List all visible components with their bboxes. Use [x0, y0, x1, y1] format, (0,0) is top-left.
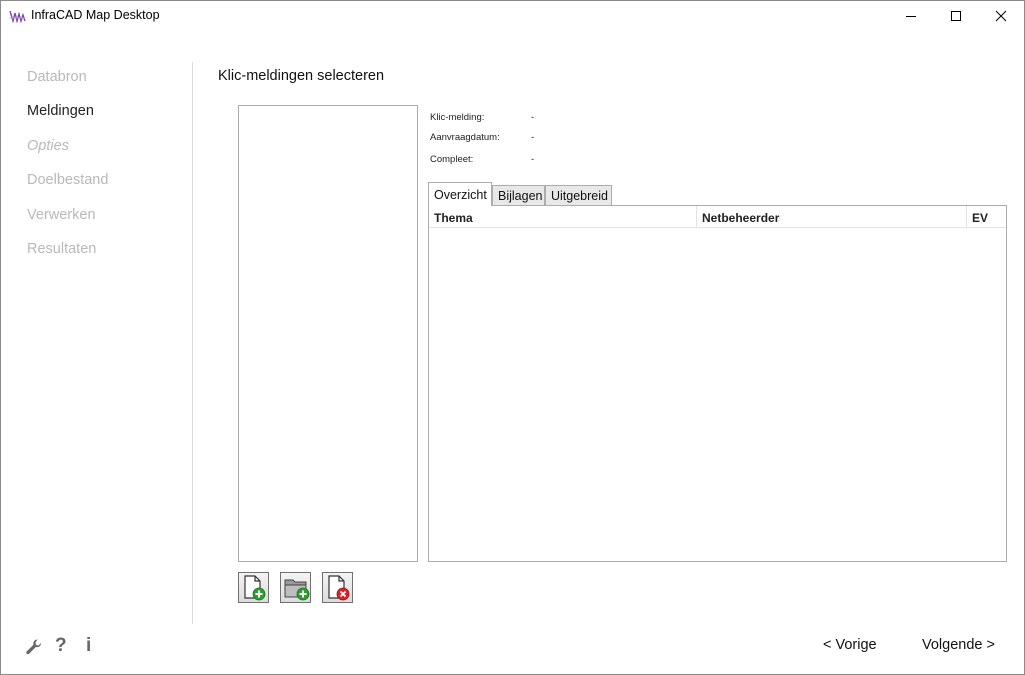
- nav-step-resultaten: Resultaten: [27, 241, 97, 257]
- title-bar[interactable]: InfraCAD Map Desktop: [1, 1, 1024, 31]
- minimize-icon: [906, 16, 916, 17]
- overzicht-grid[interactable]: Thema Netbeheerder EV: [428, 205, 1007, 562]
- previous-button[interactable]: < Vorige: [823, 637, 877, 653]
- nav-step-opties: Opties: [27, 138, 69, 154]
- info-icon: i: [86, 635, 92, 656]
- remove-melding-button[interactable]: [322, 572, 353, 603]
- close-button[interactable]: [978, 1, 1024, 31]
- about-button[interactable]: i: [86, 635, 91, 657]
- help-button[interactable]: ?: [55, 635, 67, 657]
- add-folder-button[interactable]: [280, 572, 311, 603]
- nav-step-verwerken: Verwerken: [27, 207, 96, 223]
- klic-melding-value: -: [531, 112, 535, 123]
- compleet-value: -: [531, 154, 535, 165]
- help-icon: ?: [55, 635, 67, 656]
- nav-step-meldingen: Meldingen: [27, 103, 94, 119]
- nav-step-doelbestand: Doelbestand: [27, 172, 109, 188]
- app-logo-icon: [9, 9, 26, 24]
- app-window: InfraCAD Map Desktop Databron Meldingen …: [0, 0, 1025, 675]
- nav-step-databron: Databron: [27, 69, 87, 85]
- close-icon: [995, 10, 1007, 22]
- window-title: InfraCAD Map Desktop: [31, 8, 160, 22]
- column-header-thema[interactable]: Thema: [429, 206, 697, 227]
- page-title: Klic-meldingen selecteren: [218, 68, 385, 84]
- column-header-ev[interactable]: EV: [967, 206, 1006, 227]
- add-file-icon: [244, 575, 266, 601]
- aanvraagdatum-value: -: [531, 132, 535, 143]
- column-header-netbeheerder[interactable]: Netbeheerder: [697, 206, 967, 227]
- minimize-button[interactable]: [888, 1, 934, 31]
- tab-bijlagen[interactable]: Bijlagen: [492, 185, 545, 205]
- maximize-icon: [951, 11, 961, 21]
- add-folder-icon: [284, 579, 310, 601]
- wrench-icon: [26, 639, 42, 655]
- aanvraagdatum-label: Aanvraagdatum:: [430, 132, 500, 143]
- grid-header: Thema Netbeheerder EV: [429, 206, 1006, 228]
- add-melding-button[interactable]: [238, 572, 269, 603]
- settings-button[interactable]: [25, 638, 43, 661]
- klic-melding-label: Klic-melding:: [430, 112, 485, 123]
- nav-divider: [192, 62, 193, 624]
- compleet-label: Compleet:: [430, 154, 474, 165]
- next-button[interactable]: Volgende >: [922, 637, 995, 653]
- remove-file-icon: [328, 575, 350, 601]
- maximize-button[interactable]: [933, 1, 979, 31]
- melding-list[interactable]: [238, 105, 418, 562]
- tab-overzicht[interactable]: Overzicht: [428, 182, 492, 206]
- tab-uitgebreid[interactable]: Uitgebreid: [545, 185, 612, 205]
